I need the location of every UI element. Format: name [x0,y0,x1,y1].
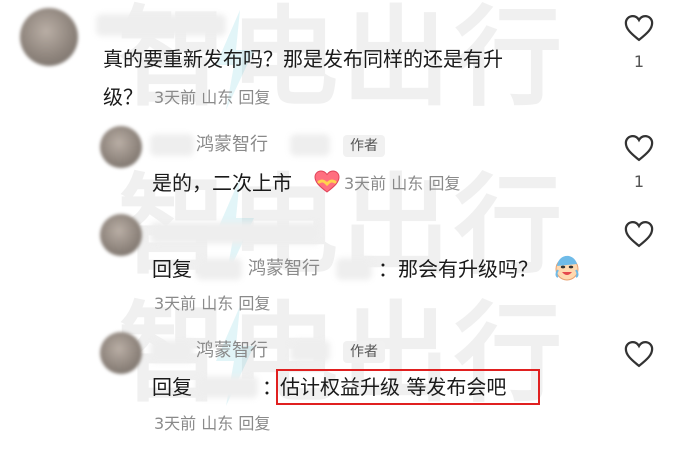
author-name[interactable]: 鸿蒙智行 [196,340,268,362]
comment-meta[interactable]: 3天前 山东 回复 [344,174,460,194]
comment-text: 真的要重新发布吗？那是发布同样的还是有升 [103,47,503,71]
like-count: 1 [633,52,645,71]
like-heart-icon[interactable] [624,220,654,248]
avatar[interactable] [100,214,142,256]
like-count: 1 [633,172,645,191]
reply-to-name[interactable]: 鸿蒙智行 [248,258,320,280]
crying-laughing-icon [555,255,579,281]
avatar[interactable] [20,8,78,66]
reply-label: 回复 [152,375,192,399]
like-heart-icon[interactable] [624,134,654,162]
username-blurred[interactable] [96,14,226,36]
avatar[interactable] [100,332,142,374]
username-blurred[interactable] [196,376,258,398]
username-blurred[interactable] [150,222,320,244]
avatar[interactable] [100,126,142,168]
comment-meta[interactable]: 3天前 山东 回复 [154,294,270,314]
like-heart-icon[interactable] [624,14,654,42]
username-blurred[interactable] [290,134,330,156]
username-blurred[interactable] [196,258,242,280]
author-tag: 作者 [343,135,385,157]
comment-text: 是的，二次上市 [152,171,292,195]
comment-meta[interactable]: 3天前 山东 回复 [154,414,270,434]
highlight-box [276,369,540,405]
username-blurred[interactable] [336,258,372,280]
username-blurred[interactable] [290,340,330,362]
comment-text: ：那会有升级吗？ [378,257,538,281]
author-tag: 作者 [343,341,385,363]
comment-text: 级？ [103,85,143,109]
reply-label: 回复 [152,257,192,281]
username-blurred[interactable] [150,134,194,156]
comment-meta[interactable]: 3天前 山东 回复 [154,88,270,108]
like-heart-icon[interactable] [624,340,654,368]
heart-hands-icon [314,170,340,193]
username-blurred[interactable] [150,340,194,362]
author-name[interactable]: 鸿蒙智行 [196,134,268,156]
